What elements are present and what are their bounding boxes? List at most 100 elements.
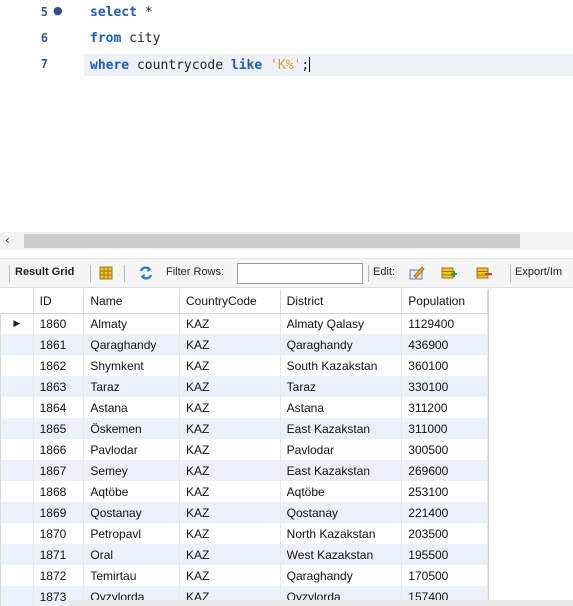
result-grid[interactable]: ID Name CountryCode District Population … [0, 289, 489, 606]
table-cell[interactable]: KAZ [179, 565, 281, 586]
table-row[interactable]: ▶ 1860 Almaty KAZ Almaty Qalasy 1129400 [0, 313, 488, 334]
table-cell[interactable]: Almaty [83, 313, 181, 334]
table-row[interactable]: 1872 Temirtau KAZ Qaraghandy 170500 [0, 565, 488, 586]
table-row[interactable]: 1865 Öskemen KAZ East Kazakstan 311000 [0, 418, 488, 439]
table-cell[interactable]: 436900 [401, 334, 488, 355]
table-cell[interactable]: 170500 [401, 565, 488, 586]
sql-editor[interactable]: 5 ● select * 6 from city 7 where country… [0, 0, 573, 228]
table-cell[interactable]: 253100 [401, 481, 488, 502]
table-cell[interactable]: KAZ [179, 313, 281, 334]
column-header-name[interactable]: Name [83, 289, 181, 314]
filter-rows-input[interactable] [237, 263, 363, 284]
row-selector[interactable] [0, 523, 34, 544]
table-cell[interactable]: 1869 [33, 502, 85, 523]
table-cell[interactable]: 1129400 [401, 313, 488, 334]
table-row[interactable]: 1869 Qostanay KAZ Qostanay 221400 [0, 502, 488, 523]
code-line[interactable]: 5 ● select * [0, 2, 573, 24]
table-cell[interactable]: 1871 [33, 544, 85, 565]
scrollbar-thumb[interactable] [24, 234, 520, 248]
row-selector[interactable] [0, 439, 34, 460]
table-cell[interactable]: West Kazakstan [280, 544, 403, 565]
table-cell[interactable]: 311000 [401, 418, 488, 439]
table-cell[interactable]: 203500 [401, 523, 488, 544]
code-line-current[interactable]: 7 where countrycode like 'K%'; [0, 54, 573, 76]
table-cell[interactable]: Shymkent [83, 355, 181, 376]
table-cell[interactable]: 1867 [33, 460, 85, 481]
editor-horizontal-scrollbar[interactable]: ‹ [0, 232, 573, 250]
table-cell[interactable]: Qaraghandy [280, 565, 403, 586]
scroll-left-icon[interactable]: ‹ [5, 233, 10, 247]
row-selector[interactable] [0, 481, 34, 502]
table-cell[interactable]: 300500 [401, 439, 488, 460]
table-cell[interactable]: 1865 [33, 418, 85, 439]
table-cell[interactable]: KAZ [179, 376, 281, 397]
table-cell[interactable]: 221400 [401, 502, 488, 523]
table-cell[interactable]: Temirtau [83, 565, 181, 586]
table-cell[interactable]: 1860 [33, 313, 85, 334]
table-cell[interactable]: KAZ [179, 355, 281, 376]
table-cell[interactable]: KAZ [179, 544, 281, 565]
table-cell[interactable]: 1872 [33, 565, 85, 586]
table-cell[interactable]: Almaty Qalasy [280, 313, 403, 334]
table-cell[interactable]: 1862 [33, 355, 85, 376]
table-row[interactable]: 1868 Aqtöbe KAZ Aqtöbe 253100 [0, 481, 488, 502]
edit-row-icon[interactable] [409, 265, 425, 281]
table-cell[interactable]: Taraz [83, 376, 181, 397]
table-cell[interactable]: Aqtöbe [280, 481, 403, 502]
export-import-label[interactable]: Export/Im [515, 266, 562, 278]
delete-row-icon[interactable] [476, 265, 492, 281]
table-row[interactable]: 1864 Astana KAZ Astana 311200 [0, 397, 488, 418]
table-cell[interactable]: East Kazakstan [280, 418, 403, 439]
table-cell[interactable]: Qostanay [83, 502, 181, 523]
table-cell[interactable]: Semey [83, 460, 181, 481]
table-cell[interactable]: KAZ [179, 397, 281, 418]
table-cell[interactable]: Öskemen [83, 418, 181, 439]
table-row[interactable]: 1863 Taraz KAZ Taraz 330100 [0, 376, 488, 397]
table-cell[interactable]: North Kazakstan [280, 523, 403, 544]
row-selector[interactable] [0, 565, 34, 586]
row-selector[interactable] [0, 586, 34, 606]
result-grid-tab[interactable]: Result Grid [15, 266, 74, 278]
table-row[interactable]: 1861 Qaraghandy KAZ Qaraghandy 436900 [0, 334, 488, 355]
table-cell[interactable]: East Kazakstan [280, 460, 403, 481]
table-cell[interactable]: 360100 [401, 355, 488, 376]
grid-horizontal-scrollbar[interactable] [68, 600, 573, 606]
table-cell[interactable]: 1868 [33, 481, 85, 502]
grid-layout-icon[interactable] [98, 265, 114, 281]
column-header-id[interactable]: ID [33, 289, 85, 314]
column-header-population[interactable]: Population [401, 289, 488, 314]
table-cell[interactable]: 1864 [33, 397, 85, 418]
table-cell[interactable]: 269600 [401, 460, 488, 481]
row-selector[interactable] [0, 376, 34, 397]
table-cell[interactable]: Qostanay [280, 502, 403, 523]
table-cell[interactable]: Astana [280, 397, 403, 418]
table-cell[interactable]: 195500 [401, 544, 488, 565]
table-row[interactable]: 1866 Pavlodar KAZ Pavlodar 300500 [0, 439, 488, 460]
table-cell[interactable]: Aqtöbe [83, 481, 181, 502]
table-cell[interactable]: KAZ [179, 460, 281, 481]
table-row[interactable]: 1871 Oral KAZ West Kazakstan 195500 [0, 544, 488, 565]
table-cell[interactable]: 330100 [401, 376, 488, 397]
row-selector[interactable] [0, 502, 34, 523]
table-row[interactable]: 1867 Semey KAZ East Kazakstan 269600 [0, 460, 488, 481]
table-cell[interactable]: Petropavl [83, 523, 181, 544]
table-cell[interactable]: 1861 [33, 334, 85, 355]
row-selector[interactable] [0, 544, 34, 565]
refresh-icon[interactable] [138, 265, 154, 281]
row-selector[interactable] [0, 418, 34, 439]
table-cell[interactable]: 1863 [33, 376, 85, 397]
code-line[interactable]: 6 from city [0, 28, 573, 50]
table-cell[interactable]: Astana [83, 397, 181, 418]
column-header-district[interactable]: District [280, 289, 403, 314]
table-cell[interactable]: Pavlodar [280, 439, 403, 460]
table-cell[interactable]: 311200 [401, 397, 488, 418]
table-cell[interactable]: Qaraghandy [83, 334, 181, 355]
row-selector[interactable] [0, 460, 34, 481]
table-cell[interactable]: 1870 [33, 523, 85, 544]
table-cell[interactable]: Oral [83, 544, 181, 565]
insert-row-icon[interactable] [441, 265, 457, 281]
table-cell[interactable]: Qaraghandy [280, 334, 403, 355]
column-header-countrycode[interactable]: CountryCode [179, 289, 281, 314]
table-cell[interactable]: KAZ [179, 502, 281, 523]
table-cell[interactable]: KAZ [179, 334, 281, 355]
